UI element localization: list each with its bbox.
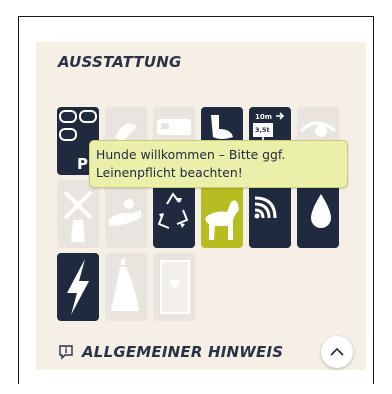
chevron-up-icon — [330, 347, 344, 356]
weight-label: 3,5t — [255, 126, 270, 134]
electricity-tile[interactable] — [57, 253, 99, 321]
service-tile[interactable] — [105, 180, 147, 248]
wifi-tile[interactable] — [249, 180, 291, 248]
dog-tile[interactable] — [201, 180, 243, 248]
wifi-icon — [254, 196, 277, 219]
recycling-tile[interactable] — [153, 180, 195, 248]
windmill-tile[interactable] — [57, 180, 99, 248]
tooltip: Hunde willkommen – Bitte ggf. Leinenpfli… — [89, 140, 348, 188]
bottle-tile[interactable] — [105, 253, 147, 321]
general-hint-header[interactable]: ALLGEMEINER HINWEIS — [58, 343, 283, 361]
recycling-icon — [157, 192, 189, 229]
info-icon — [59, 345, 73, 360]
service-icon — [109, 199, 141, 226]
windmill-icon — [63, 190, 93, 242]
dog-icon — [205, 200, 239, 240]
bottle-icon — [111, 259, 139, 311]
length-label: 10m — [255, 113, 272, 121]
water-icon — [311, 194, 331, 228]
parking-label: P — [77, 155, 88, 173]
general-hint-title: ALLGEMEINER HINWEIS — [82, 343, 284, 361]
brochure-icon — [160, 260, 190, 314]
section-title: AUSSTATTUNG — [58, 53, 182, 71]
equipment-panel: AUSSTATTUNG P 10m 3,5t — [36, 42, 366, 370]
water-tile[interactable] — [297, 180, 339, 248]
brochure-tile[interactable] — [153, 253, 195, 321]
scroll-up-button[interactable] — [321, 336, 353, 368]
electricity-icon — [67, 259, 89, 315]
